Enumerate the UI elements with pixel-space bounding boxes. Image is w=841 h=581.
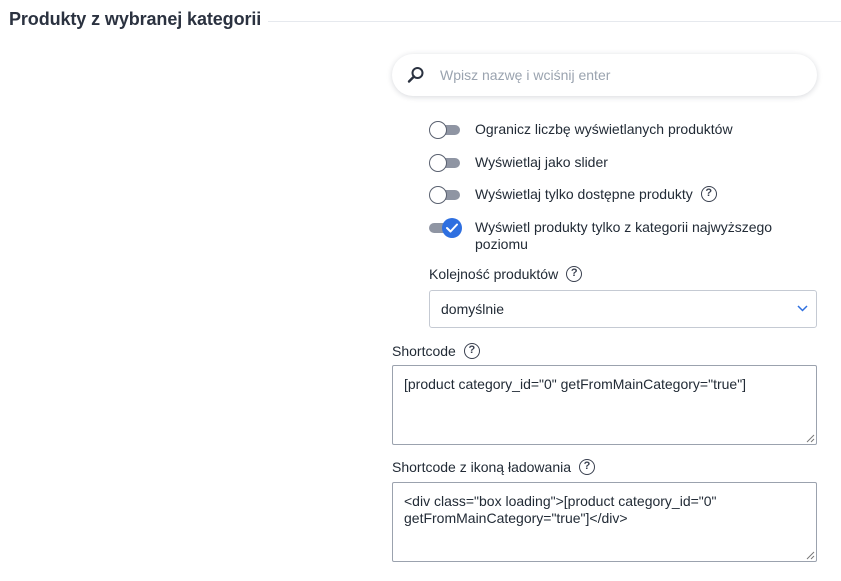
shortcode-label: Shortcode (392, 343, 456, 359)
order-select-value: domyślnie (441, 301, 505, 317)
search-icon (407, 67, 424, 83)
shortcode-loading-label: Shortcode z ikoną ładowania (392, 459, 572, 475)
toggle-limit-products[interactable] (429, 120, 460, 140)
help-icon[interactable]: ? (579, 459, 596, 476)
order-select[interactable]: domyślnie (429, 290, 817, 328)
search-input[interactable] (438, 54, 798, 96)
checkmark-icon (446, 223, 458, 233)
toggle-top-level-category[interactable] (429, 218, 462, 238)
resize-handle-icon[interactable] (806, 551, 815, 560)
chevron-down-icon (797, 305, 808, 312)
section-divider (268, 21, 841, 22)
toggle-label: Ogranicz liczbę wyświetlanych produktów (475, 121, 733, 137)
option-show-as-slider: Wyświetlaj jako slider (429, 153, 608, 173)
shortcode-loading-value: <div class="box loading">[product catego… (404, 493, 717, 526)
shortcode-loading-textarea[interactable]: <div class="box loading">[product catego… (392, 482, 817, 562)
shortcode-value: [product category_id="0" getFromMainCate… (404, 376, 747, 392)
option-available-only: Wyświetlaj tylko dostępne produkty? (429, 185, 717, 205)
shortcode-field-label: Shortcode? (392, 343, 480, 360)
toggle-label-text: Wyświetlaj tylko dostępne produkty (475, 186, 693, 202)
search-box (392, 54, 817, 96)
toggle-label: Wyświetl produkty tylko z kategorii najw… (475, 219, 773, 252)
help-icon[interactable]: ? (463, 343, 480, 360)
option-limit-products: Ogranicz liczbę wyświetlanych produktów (429, 120, 733, 140)
toggle-available-only[interactable] (429, 185, 460, 205)
section-title: Produkty z wybranej kategorii (9, 9, 262, 29)
order-label: Kolejność produktów (429, 266, 559, 282)
resize-handle-icon[interactable] (806, 434, 815, 443)
order-field-label: Kolejność produktów? (429, 266, 583, 283)
option-top-level-category: Wyświetl produkty tylko z kategorii najw… (429, 218, 789, 253)
toggle-label: Wyświetlaj jako slider (475, 154, 608, 170)
toggle-label: Wyświetlaj tylko dostępne produkty? (475, 186, 717, 203)
toggle-show-as-slider[interactable] (429, 153, 460, 173)
help-icon[interactable]: ? (566, 266, 583, 283)
shortcode-textarea[interactable]: [product category_id="0" getFromMainCate… (392, 365, 817, 445)
help-icon[interactable]: ? (700, 186, 717, 203)
shortcode-loading-field-label: Shortcode z ikoną ładowania? (392, 459, 596, 476)
